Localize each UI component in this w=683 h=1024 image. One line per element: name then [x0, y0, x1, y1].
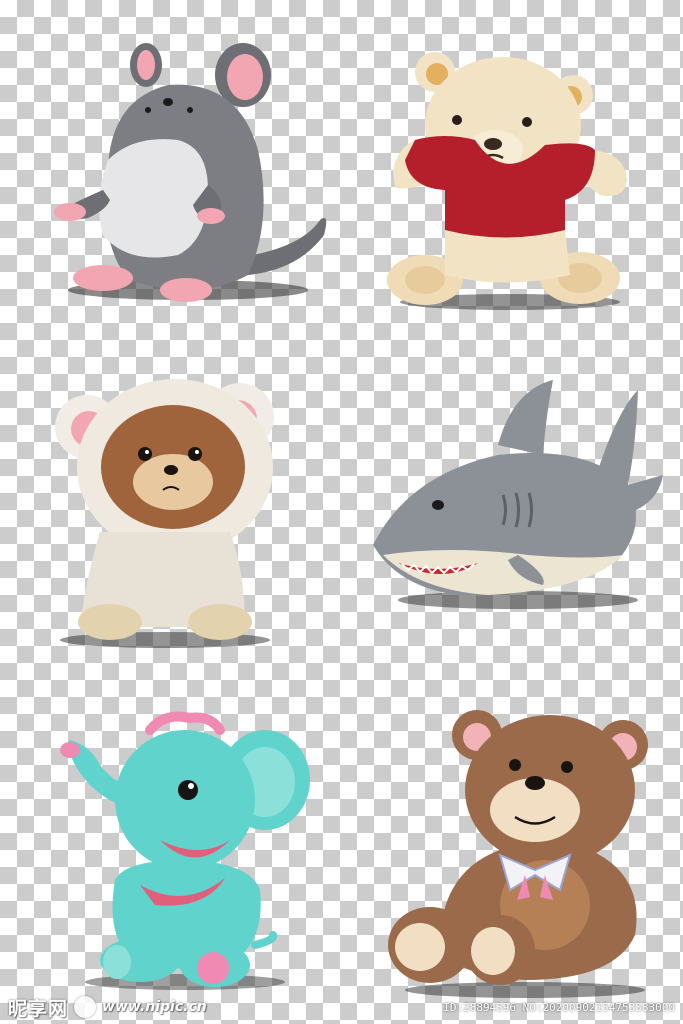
mouse-plush-icon [48, 40, 338, 310]
logo-mark-icon [74, 996, 97, 1018]
nipic-logo: 昵享网 www.nipic.cn [8, 994, 207, 1021]
shark-plush-icon [368, 375, 673, 615]
teddy-bear-red-shirt-icon [385, 40, 635, 310]
logo-text: 昵享网 [8, 997, 69, 1020]
logo-url: www.nipic.cn [102, 999, 207, 1015]
image-id-text: ID:28894596 NO:20200902154753583000 [443, 1000, 675, 1014]
elephant-plush-icon [55, 710, 315, 1000]
bear-in-sheep-costume-icon [45, 372, 285, 652]
watermark-bar: 昵享网 www.nipic.cn ID:28894596 NO:20200902… [0, 990, 683, 1024]
brown-teddy-bear-icon [385, 705, 660, 1000]
